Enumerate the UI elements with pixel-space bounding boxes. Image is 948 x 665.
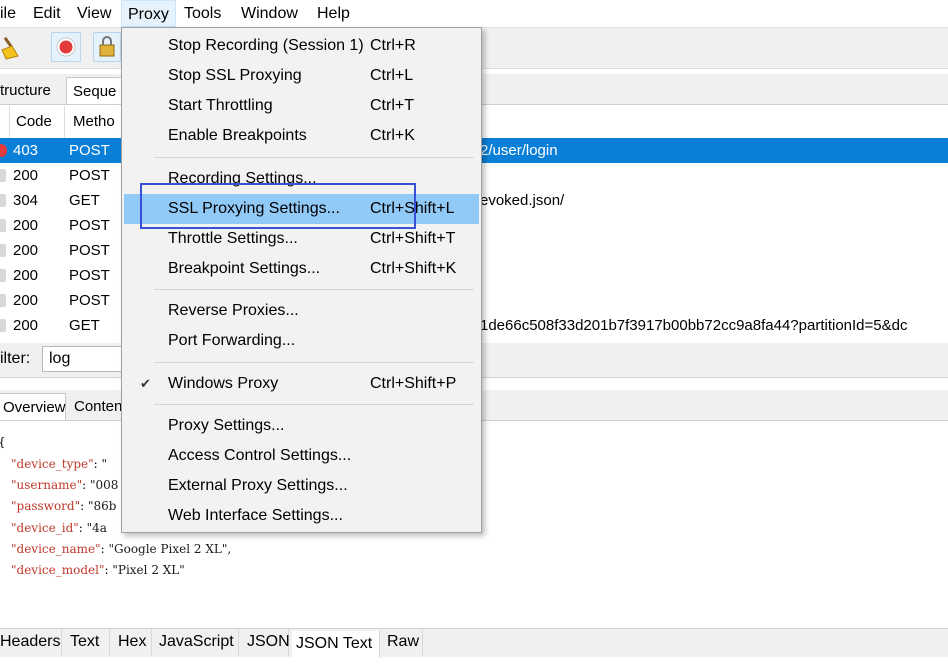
lock-icon — [99, 36, 115, 57]
tab-raw[interactable]: Raw — [383, 629, 423, 656]
tab-json-text[interactable]: JSON Text — [292, 631, 380, 658]
menu-proxy[interactable]: Proxy — [121, 0, 176, 27]
menu-separator — [154, 404, 474, 405]
status-icon — [0, 219, 6, 232]
menu-item-port-forwarding[interactable]: Port Forwarding... — [124, 326, 479, 356]
status-icon — [0, 319, 6, 332]
status-icon — [0, 144, 7, 157]
json-line: "device_name": "Google Pixel 2 XL", — [11, 542, 232, 556]
tab-text[interactable]: Text — [66, 629, 110, 656]
menu-help[interactable]: Help — [317, 4, 350, 23]
json-line: "device_id": "4a — [11, 521, 107, 535]
menu-item-proxy-settings[interactable]: Proxy Settings... — [124, 411, 479, 441]
json-line: "device_model": "Pixel 2 XL" — [11, 563, 185, 577]
filter-label: ilter: — [0, 350, 31, 367]
status-icon — [0, 294, 6, 307]
menu-item-start-throttling[interactable]: Start Throttling Ctrl+T — [124, 91, 479, 121]
json-line: "password": "86b — [11, 499, 117, 513]
status-icon — [0, 269, 6, 282]
menu-separator — [154, 362, 474, 363]
menu-item-enable-breakpoints[interactable]: Enable Breakpoints Ctrl+K — [124, 121, 479, 151]
menu-item-web-interface-settings[interactable]: Web Interface Settings... — [124, 501, 479, 531]
checkmark-icon: ✔ — [140, 376, 151, 391]
ssl-proxying-button[interactable] — [93, 32, 121, 62]
column-code[interactable]: Code — [16, 113, 52, 130]
bottom-tabs: Headers Text Hex JavaScript JSON JSON Te… — [0, 628, 948, 658]
record-icon — [56, 37, 76, 57]
menu-item-breakpoint-settings[interactable]: Breakpoint Settings... Ctrl+Shift+K — [124, 254, 479, 284]
tab-hex[interactable]: Hex — [114, 629, 152, 656]
json-line: "device_type": " — [11, 457, 108, 471]
menu-separator — [154, 157, 474, 158]
tab-json[interactable]: JSON — [243, 629, 290, 656]
menu-file[interactable]: ile — [0, 4, 16, 23]
column-method[interactable]: Metho — [73, 113, 115, 130]
menu-edit[interactable]: Edit — [33, 4, 61, 23]
menu-tools[interactable]: Tools — [184, 4, 221, 23]
tab-contents[interactable]: Conten — [68, 393, 128, 420]
tab-sequence[interactable]: Seque — [66, 77, 126, 104]
tab-javascript[interactable]: JavaScript — [155, 629, 239, 656]
menu-item-stop-ssl-proxying[interactable]: Stop SSL Proxying Ctrl+L — [124, 61, 479, 91]
menu-view[interactable]: View — [77, 4, 111, 23]
menu-item-reverse-proxies[interactable]: Reverse Proxies... — [124, 296, 479, 326]
menu-item-external-proxy-settings[interactable]: External Proxy Settings... — [124, 471, 479, 501]
menu-item-windows-proxy[interactable]: ✔ Windows Proxy Ctrl+Shift+P — [124, 369, 479, 399]
status-icon — [0, 244, 6, 257]
record-button[interactable] — [51, 32, 81, 62]
tab-structure[interactable]: tructure — [0, 77, 57, 104]
menu-separator — [154, 289, 474, 290]
menu-item-stop-recording[interactable]: Stop Recording (Session 1) Ctrl+R — [124, 31, 479, 61]
highlight-annotation-box — [140, 183, 416, 229]
status-icon — [0, 169, 6, 182]
proxy-menu: Stop Recording (Session 1) Ctrl+R Stop S… — [121, 27, 482, 533]
json-line: "username": "008 — [11, 478, 119, 492]
tab-overview[interactable]: Overview — [0, 393, 66, 420]
broom-icon[interactable] — [0, 36, 22, 60]
menu-window[interactable]: Window — [241, 4, 298, 23]
tab-headers[interactable]: Headers — [0, 629, 62, 656]
menu-item-access-control-settings[interactable]: Access Control Settings... — [124, 441, 479, 471]
status-icon — [0, 194, 6, 207]
menubar: ile Edit View Proxy Tools Window Help — [0, 0, 948, 28]
